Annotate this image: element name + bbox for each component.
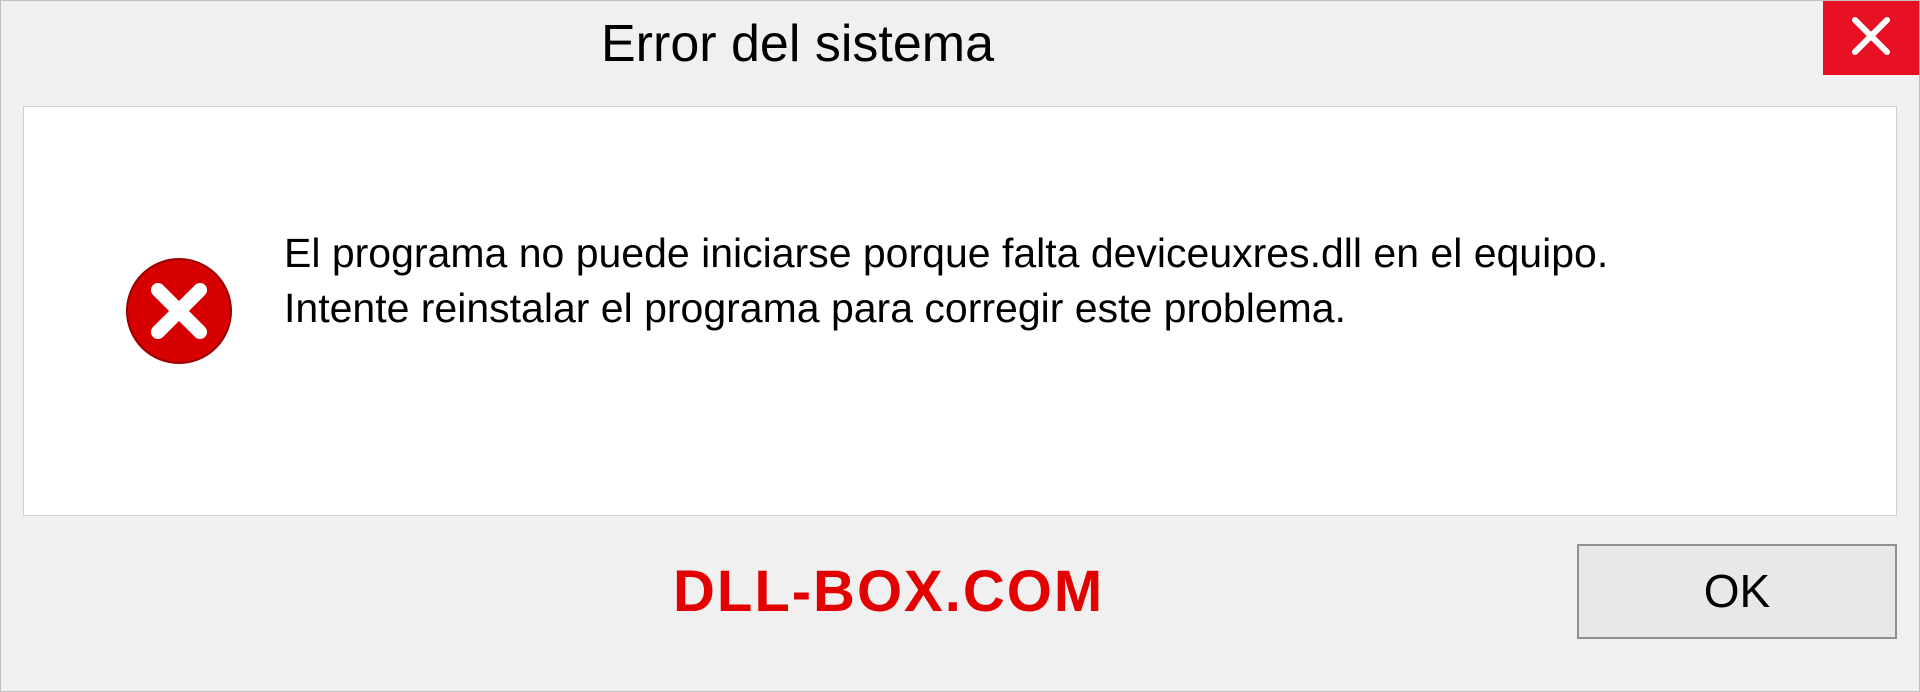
error-message: El programa no puede iniciarse porque fa… [284, 226, 1608, 337]
dialog-title: Error del sistema [601, 13, 994, 75]
titlebar: Error del sistema [1, 1, 1919, 96]
message-line-2: Intente reinstalar el programa para corr… [284, 281, 1608, 336]
bottom-bar: DLL-BOX.COM OK [1, 516, 1919, 666]
watermark-text: DLL-BOX.COM [673, 558, 1104, 625]
close-icon [1849, 14, 1893, 63]
content-area: El programa no puede iniciarse porque fa… [23, 106, 1897, 516]
message-line-1: El programa no puede iniciarse porque fa… [284, 226, 1608, 281]
error-dialog: Error del sistema El programa no puede i… [0, 0, 1920, 692]
close-button[interactable] [1823, 1, 1919, 75]
error-icon [124, 256, 234, 366]
ok-button[interactable]: OK [1577, 544, 1897, 639]
